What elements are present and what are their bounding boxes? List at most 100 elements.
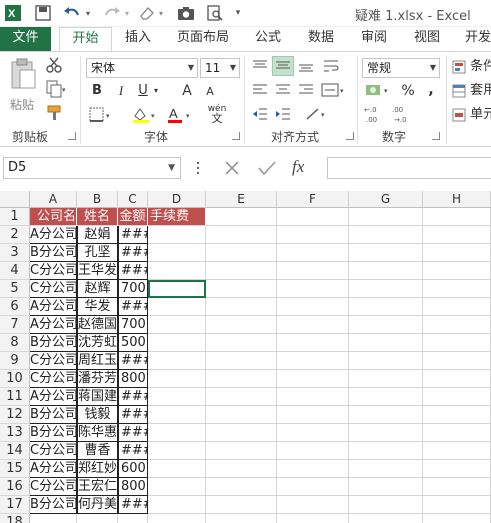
table-cell[interactable]: 周红玉 <box>77 352 118 370</box>
table-cell[interactable]: B分公司 <box>30 496 77 514</box>
empty-cell[interactable] <box>206 478 277 496</box>
tab-developer[interactable]: 开发 <box>458 27 491 51</box>
table-cell[interactable]: 钱毅 <box>77 406 118 424</box>
empty-cell[interactable] <box>423 460 491 478</box>
camera-icon[interactable] <box>177 4 195 22</box>
underline-dropdown-icon[interactable]: ▾ <box>152 82 160 100</box>
column-header-f[interactable]: F <box>277 191 349 208</box>
header-cell[interactable]: 公司名 <box>30 208 77 226</box>
empty-cell[interactable] <box>206 424 277 442</box>
empty-cell[interactable] <box>148 442 206 460</box>
empty-cell[interactable] <box>206 352 277 370</box>
select-all-corner[interactable] <box>0 191 30 208</box>
empty-cell[interactable] <box>349 262 423 280</box>
empty-cell[interactable] <box>277 280 349 298</box>
conditional-format-button[interactable]: 条件 <box>452 58 491 76</box>
empty-cell[interactable] <box>206 442 277 460</box>
font-color-icon[interactable]: A ▾ <box>166 106 194 130</box>
cancel-icon[interactable] <box>223 159 241 177</box>
empty-cell[interactable] <box>206 334 277 352</box>
table-cell[interactable]: B分公司 <box>30 424 77 442</box>
empty-cell[interactable] <box>423 406 491 424</box>
worksheet-grid[interactable]: A B C D E F G H 1 2 3 4 5 6 7 8 9 10 11 12 13 14 15 16 17 18 公司名 姓名… <box>0 191 491 523</box>
table-cell[interactable]: 赵娟 <box>77 226 118 244</box>
row-header[interactable]: 7 <box>0 316 30 334</box>
table-cell[interactable]: 600 <box>118 460 148 478</box>
border-icon[interactable]: ▾ <box>88 106 114 130</box>
table-cell[interactable]: 800 <box>118 478 148 496</box>
tab-insert[interactable]: 插入 <box>117 27 159 51</box>
decrease-decimal-icon[interactable]: .00 →.0 <box>392 104 416 130</box>
row-header[interactable]: 1 <box>0 208 30 226</box>
format-painter-icon[interactable] <box>44 104 64 128</box>
increase-decimal-icon[interactable]: ←.0.00 <box>364 104 388 130</box>
table-cell[interactable]: ### <box>118 298 148 316</box>
column-header-a[interactable]: A <box>30 191 77 208</box>
empty-cell[interactable] <box>349 280 423 298</box>
empty-cell[interactable] <box>349 298 423 316</box>
column-header-h[interactable]: H <box>423 191 491 208</box>
enter-icon[interactable] <box>257 159 277 177</box>
empty-cell[interactable] <box>148 352 206 370</box>
empty-cell[interactable] <box>277 262 349 280</box>
table-cell[interactable]: 陈华惠 <box>77 424 118 442</box>
empty-cell[interactable] <box>423 208 491 226</box>
table-cell[interactable]: 700 <box>118 280 148 298</box>
cut-icon[interactable] <box>44 56 64 80</box>
table-cell[interactable]: C分公司 <box>30 370 77 388</box>
table-cell[interactable]: ### <box>118 406 148 424</box>
table-cell[interactable]: A分公司 <box>30 388 77 406</box>
tab-data[interactable]: 数据 <box>300 27 342 51</box>
eraser-dropdown-icon[interactable]: ▾ <box>157 4 165 22</box>
empty-cell[interactable] <box>206 244 277 262</box>
tab-home[interactable]: 开始 <box>59 27 112 51</box>
tab-review[interactable]: 审阅 <box>353 27 395 51</box>
empty-cell[interactable] <box>148 406 206 424</box>
table-cell[interactable]: B分公司 <box>30 406 77 424</box>
increase-font-button[interactable]: A <box>180 82 194 100</box>
table-cell[interactable]: ### <box>118 496 148 514</box>
empty-cell[interactable] <box>148 334 206 352</box>
empty-cell[interactable] <box>349 226 423 244</box>
empty-cell[interactable] <box>349 352 423 370</box>
table-cell[interactable]: ### <box>118 262 148 280</box>
empty-cell[interactable] <box>30 514 77 523</box>
fill-color-icon[interactable]: ▾ <box>131 106 159 130</box>
row-header[interactable]: 3 <box>0 244 30 262</box>
empty-cell[interactable] <box>423 496 491 514</box>
table-cell[interactable]: ### <box>118 244 148 262</box>
empty-cell[interactable] <box>277 244 349 262</box>
empty-cell[interactable] <box>423 298 491 316</box>
empty-cell[interactable] <box>349 424 423 442</box>
number-format-dropdown[interactable]: 常规 ▼ <box>362 58 440 78</box>
row-header[interactable]: 14 <box>0 442 30 460</box>
table-cell[interactable]: C分公司 <box>30 442 77 460</box>
empty-cell[interactable] <box>349 460 423 478</box>
bold-button[interactable]: B <box>90 82 104 100</box>
empty-cell[interactable] <box>277 226 349 244</box>
decrease-indent-icon[interactable] <box>250 106 270 128</box>
empty-cell[interactable] <box>206 208 277 226</box>
empty-cell[interactable] <box>423 244 491 262</box>
empty-cell[interactable] <box>349 208 423 226</box>
empty-cell[interactable] <box>206 262 277 280</box>
empty-cell[interactable] <box>423 370 491 388</box>
font-name-dropdown[interactable]: 宋体 ▼ <box>86 58 198 78</box>
row-header[interactable]: 15 <box>0 460 30 478</box>
print-preview-icon[interactable] <box>206 4 224 22</box>
empty-cell[interactable] <box>349 406 423 424</box>
table-cell[interactable]: C分公司 <box>30 262 77 280</box>
row-header[interactable]: 12 <box>0 406 30 424</box>
empty-cell[interactable] <box>148 460 206 478</box>
empty-cell[interactable] <box>277 298 349 316</box>
orientation-icon[interactable]: ▾ <box>304 106 330 128</box>
align-bottom-icon[interactable] <box>296 58 316 80</box>
empty-cell[interactable] <box>277 514 349 523</box>
empty-cell[interactable] <box>206 226 277 244</box>
empty-cell[interactable] <box>148 316 206 334</box>
number-launcher-icon[interactable] <box>432 132 440 140</box>
empty-cell[interactable] <box>148 514 206 523</box>
underline-button[interactable]: U <box>136 82 150 100</box>
empty-cell[interactable] <box>349 370 423 388</box>
align-right-icon[interactable] <box>296 82 316 104</box>
